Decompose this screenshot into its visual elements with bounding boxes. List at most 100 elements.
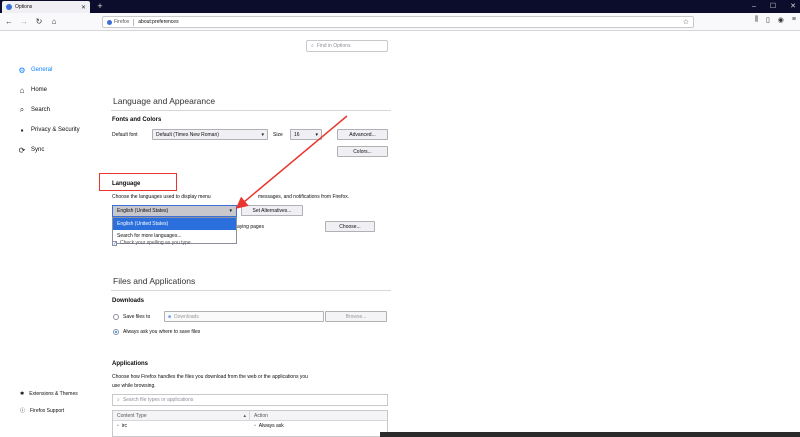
sidebar-icon[interactable]: ▯ [766,16,770,24]
extensions-themes-link[interactable]: ✱ Extensions & Themes [20,391,78,397]
applications-description-line2: use while browsing. [112,383,156,389]
browse-button[interactable]: Browse... [325,311,387,322]
firefox-logo-icon [107,19,112,25]
font-size-select[interactable]: 16 ▾ [290,129,322,140]
advanced-fonts-button[interactable]: Advanced... [337,129,388,140]
library-icon[interactable]: ⫼ [755,16,758,24]
always-ask-radio[interactable] [113,329,119,335]
sidebar-item-general[interactable]: ⚙ General [18,65,52,75]
set-alternatives-button[interactable]: Set Alternatives... [241,205,303,216]
find-in-options-input[interactable]: ⌕ Find in Options [306,40,388,52]
sidebar-item-privacy[interactable]: ▪ Privacy & Security [18,125,80,135]
sort-icon: ▴ [243,412,246,419]
sidebar-item-label: Home [31,87,48,93]
find-placeholder: Find in Options [316,43,351,49]
action-cell: ▫ Always ask [250,421,387,431]
language-option-english-us[interactable]: English (United States) [113,218,236,230]
tab-options[interactable]: Options ✕ [2,1,90,13]
footer-label: Extensions & Themes [29,391,78,397]
table-row[interactable]: ▫ irc ▫ Always ask [113,421,387,431]
section-heading-language-appearance: Language and Appearance [113,96,216,106]
applications-heading: Applications [112,361,149,367]
column-label: Action [254,412,268,419]
taskbar-strip [380,432,800,437]
sidebar-item-sync[interactable]: ⟳ Sync [18,145,45,155]
toolbar-icons: ⫼ ▯ ◉ ≡ [755,16,796,24]
window-controls: – ☐ ✕ [752,0,796,13]
lock-icon: ▪ [20,125,24,135]
download-folder-value: Downloads [174,313,199,320]
navigation-toolbar: ← → ↻ ⌂ Firefox about:preferences ☆ ⫼ ▯ … [0,13,800,31]
save-files-radio[interactable] [113,314,119,320]
save-files-label: Save files to [123,314,151,320]
close-window-button[interactable]: ✕ [790,0,796,13]
applications-description-line1: Choose how Firefox handles the files you… [112,374,308,380]
help-icon: ⓘ [20,408,26,414]
file-icon: ▫ [117,423,119,429]
colors-button[interactable]: Colors... [337,146,388,157]
language-description-end: messages, and notifications from Firefox… [258,194,350,200]
default-font-label: Default font [112,132,138,138]
downloads-heading: Downloads [112,298,145,304]
font-size-value: 16 [294,131,300,138]
search-icon: ⌕ [311,43,314,49]
section-divider [111,110,391,111]
applications-table: Content Type ▴ Action ▫ irc ▫ Always ask [112,410,388,437]
annotation-highlight-box [99,173,177,191]
chevron-down-icon: ▾ [315,131,318,138]
puzzle-icon: ✱ [20,391,25,397]
search-file-types-input[interactable]: ⌕ Search file types or applications [112,394,388,406]
forward-arrow-icon[interactable]: → [18,16,30,28]
firefox-logo-icon [6,4,12,10]
language-select[interactable]: English (United States) ▾ [112,205,237,217]
spelling-checkbox[interactable]: ✓ [112,241,117,247]
column-label: Content Type [117,412,147,419]
home-icon: ⌂ [19,85,25,95]
close-tab-icon[interactable]: ✕ [81,4,86,11]
sidebar-item-search[interactable]: ⌕ Search [18,105,51,114]
gear-icon: ⚙ [18,65,26,75]
firefox-support-link[interactable]: ⓘ Firefox Support [20,407,65,415]
tab-title: Options [15,4,33,10]
default-font-value: Default (Times New Roman) [156,131,219,138]
download-folder-field[interactable]: ■ Downloads [164,311,324,322]
new-tab-button[interactable]: + [94,1,106,12]
search-file-types-placeholder: Search file types or applications [122,397,194,403]
column-header-action[interactable]: Action [250,411,387,420]
choose-button[interactable]: Choose... [325,221,375,232]
maximize-button[interactable]: ☐ [770,0,776,13]
bookmark-star-icon[interactable]: ☆ [683,17,689,28]
minimize-button[interactable]: – [752,0,756,13]
default-font-select[interactable]: Default (Times New Roman) ▾ [152,129,268,140]
back-arrow-icon[interactable]: ← [3,16,15,28]
menu-icon[interactable]: ≡ [792,16,796,24]
identity-box[interactable]: Firefox [107,19,129,25]
partial-pages-text: aying pages [237,224,264,230]
sidebar-item-home[interactable]: ⌂ Home [18,85,48,95]
home-icon[interactable]: ⌂ [48,16,60,28]
chevron-down-icon: ▾ [229,208,232,214]
identity-label: Firefox [114,19,130,25]
reload-icon[interactable]: ↻ [33,16,45,28]
content-type-value: irc [121,423,128,429]
table-header: Content Type ▴ Action [113,411,387,421]
column-header-content-type[interactable]: Content Type ▴ [113,411,250,420]
account-icon[interactable]: ◉ [778,16,784,24]
url-bar[interactable]: Firefox about:preferences ☆ [102,16,694,28]
spelling-check-label: Check your spelling as you type [120,240,191,246]
section-divider [111,290,391,291]
chevron-down-icon: ▾ [261,131,264,138]
divider [133,18,135,26]
language-description-start: Choose the languages used to display men… [112,194,211,200]
search-icon: ⌕ [117,397,120,403]
sidebar-item-label: Privacy & Security [31,127,80,133]
fonts-colors-heading: Fonts and Colors [112,117,162,123]
size-label: Size [273,132,283,138]
folder-icon: ■ [168,313,172,320]
footer-label: Firefox Support [30,407,65,414]
sync-icon: ⟳ [18,145,26,155]
tab-strip: Options ✕ + – ☐ ✕ [0,0,800,13]
sidebar-item-label: Search [31,107,51,113]
search-icon: ⌕ [19,105,25,114]
sidebar-item-label: Sync [31,147,45,153]
